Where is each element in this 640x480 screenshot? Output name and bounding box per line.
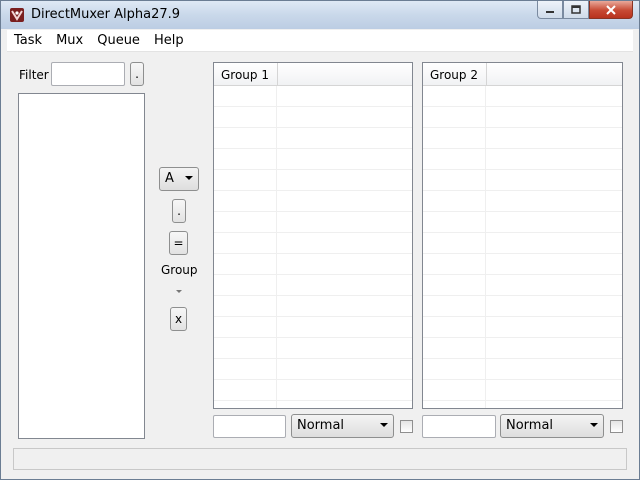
group-1-column-header[interactable]: Group 1 (214, 63, 278, 85)
table-row (214, 86, 412, 107)
main-window: DirectMuxer Alpha27.9 Task Mux Queue Hel… (0, 0, 640, 480)
table-row (214, 149, 412, 170)
table-row (214, 338, 412, 359)
chevron-down-icon[interactable] (176, 290, 182, 293)
table-row (214, 233, 412, 254)
table-row (214, 296, 412, 317)
table-row (214, 128, 412, 149)
table-row (214, 212, 412, 233)
chevron-down-icon (590, 423, 598, 427)
equals-button[interactable]: = (169, 231, 188, 255)
table-row (423, 359, 622, 380)
minimize-icon (546, 10, 554, 13)
table-row (423, 233, 622, 254)
table-row (214, 401, 412, 408)
group-2-header: Group 2 (423, 63, 622, 86)
source-list[interactable] (18, 93, 145, 439)
group-2-column-header[interactable]: Group 2 (423, 63, 487, 85)
table-row (214, 275, 412, 296)
group-label: Group (161, 263, 198, 277)
table-row (214, 317, 412, 338)
table-row (423, 317, 622, 338)
table-row (214, 107, 412, 128)
table-row (423, 254, 622, 275)
filter-button[interactable]: . (130, 62, 144, 86)
table-row (214, 380, 412, 401)
group-1-rows (214, 86, 412, 408)
table-row (423, 380, 622, 401)
app-logo-icon (10, 8, 24, 22)
menu-help[interactable]: Help (147, 33, 191, 48)
table-row (214, 359, 412, 380)
chevron-down-icon (380, 423, 388, 427)
group-2-checkbox[interactable] (610, 420, 623, 433)
group-2-priority-select[interactable]: Normal (500, 414, 604, 438)
title-bar[interactable]: DirectMuxer Alpha27.9 (1, 1, 639, 29)
maximize-button[interactable] (563, 1, 589, 19)
group-1-header: Group 1 (214, 63, 412, 86)
table-row (423, 86, 622, 107)
table-row (423, 128, 622, 149)
remove-button[interactable]: x (170, 307, 187, 331)
window-title: DirectMuxer Alpha27.9 (31, 7, 181, 22)
table-row (423, 149, 622, 170)
maximize-icon (571, 5, 581, 14)
group-1-grid[interactable]: Group 1 (213, 62, 413, 409)
table-row (214, 254, 412, 275)
group-1-priority-select[interactable]: Normal (291, 414, 394, 438)
group-1-column-header-2[interactable] (278, 63, 412, 85)
menu-bar: Task Mux Queue Help (7, 30, 633, 52)
filter-input[interactable] (51, 62, 125, 86)
table-row (423, 170, 622, 191)
group-2-column-header-2[interactable] (487, 63, 622, 85)
table-row (423, 191, 622, 212)
menu-task[interactable]: Task (7, 33, 49, 48)
window-controls (537, 1, 633, 21)
table-row (423, 338, 622, 359)
group-1-checkbox[interactable] (400, 420, 413, 433)
dot-button[interactable]: . (172, 199, 186, 223)
group-2-grid[interactable]: Group 2 (422, 62, 623, 409)
status-bar (13, 448, 627, 470)
table-row (214, 191, 412, 212)
menu-queue[interactable]: Queue (90, 33, 147, 48)
group-2-name-input[interactable] (422, 415, 496, 438)
group-2-priority-value: Normal (506, 418, 554, 433)
chevron-down-icon (185, 176, 193, 180)
table-row (423, 296, 622, 317)
filter-label: Filter (19, 68, 49, 82)
close-button[interactable] (589, 1, 633, 19)
table-row (423, 107, 622, 128)
table-row (423, 401, 622, 408)
minimize-button[interactable] (537, 1, 563, 19)
group-1-name-input[interactable] (213, 415, 286, 438)
menu-mux[interactable]: Mux (49, 33, 90, 48)
close-icon (606, 4, 616, 15)
group-2-rows (423, 86, 622, 408)
table-row (423, 275, 622, 296)
table-row (423, 212, 622, 233)
mode-combo-value: A (165, 171, 174, 186)
mode-combo[interactable]: A (159, 167, 199, 191)
group-1-priority-value: Normal (297, 418, 345, 433)
table-row (214, 170, 412, 191)
